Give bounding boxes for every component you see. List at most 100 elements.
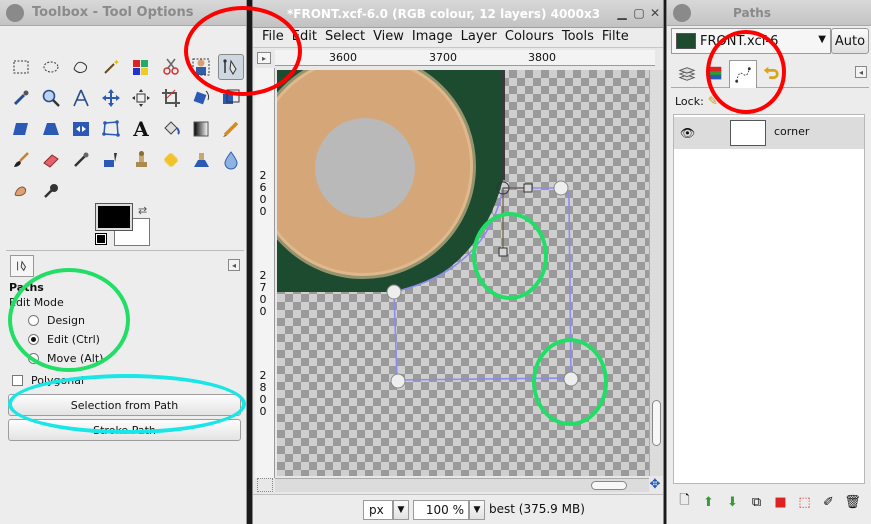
path-anchor	[563, 371, 579, 387]
new-path-icon[interactable]: 🗋	[675, 493, 694, 512]
lower-path-icon[interactable]: ⬇	[723, 493, 742, 512]
paths-list: 👁 corner	[673, 114, 865, 484]
measure-icon[interactable]	[68, 85, 94, 111]
perspective-clone-icon[interactable]	[188, 147, 214, 173]
panel-menu-icon[interactable]: ◂	[228, 259, 240, 271]
quick-mask-corner-icon[interactable]: ▸	[257, 52, 271, 64]
navigate-icon[interactable]: ✥	[647, 478, 663, 492]
zoom-icon[interactable]	[38, 85, 64, 111]
free-select-icon[interactable]	[68, 54, 94, 80]
panel-menu-icon[interactable]: ◂	[855, 66, 867, 78]
flip-icon[interactable]	[68, 116, 94, 142]
toolbox-titlebar[interactable]: Toolbox - Tool Options	[0, 0, 246, 26]
dodge-burn-icon[interactable]	[38, 178, 64, 204]
paintbrush-icon[interactable]	[8, 147, 34, 173]
pencil-icon[interactable]	[218, 116, 244, 142]
list-item[interactable]: 👁 corner	[674, 117, 864, 149]
paths-tool-icon[interactable]	[218, 54, 244, 80]
chevron-down-icon[interactable]: ▼	[393, 500, 409, 520]
mode-edit-radio[interactable]: Edit (Ctrl)	[28, 333, 100, 346]
menu-layer[interactable]: Layer	[458, 28, 502, 47]
path-name[interactable]: corner	[774, 125, 809, 138]
image-titlebar[interactable]: *FRONT.xcf-6.0 (RGB colour, 12 layers) 4…	[253, 0, 663, 28]
maximize-icon[interactable]: ▢	[632, 6, 646, 20]
close-icon[interactable]: ✕	[648, 6, 662, 20]
perspective-icon[interactable]	[38, 116, 64, 142]
channels-tab-icon[interactable]	[701, 60, 729, 88]
blur-icon[interactable]	[218, 147, 244, 173]
align-icon[interactable]	[128, 85, 154, 111]
image-canvas[interactable]	[277, 70, 655, 476]
selection-from-path-button[interactable]: Selection from Path	[8, 394, 241, 416]
mode-design-radio[interactable]: Design	[28, 314, 85, 327]
vertical-scrollbar[interactable]	[649, 70, 663, 476]
paths-tab-icon[interactable]	[729, 60, 757, 88]
horizontal-scroll-thumb[interactable]	[591, 481, 627, 490]
menu-edit[interactable]: Edit	[289, 28, 322, 47]
statusbar: px ▼ 100 % ▼ best (375.9 MB)	[253, 494, 663, 524]
toolbox-window: Toolbox - Tool Options ✦ A ⇄ ◂ Paths Edi…	[0, 0, 247, 524]
raise-path-icon[interactable]: ⬆	[699, 493, 718, 512]
scale-icon[interactable]	[218, 85, 244, 111]
smudge-icon[interactable]	[8, 178, 34, 204]
swap-colors-icon[interactable]: ⇄	[138, 204, 147, 217]
default-colors-icon[interactable]	[95, 233, 107, 245]
menu-select[interactable]: Select	[322, 28, 370, 47]
dock-titlebar[interactable]: Paths	[667, 0, 871, 26]
zoom-select[interactable]: 100 %	[413, 500, 469, 520]
delete-path-icon[interactable]: 🗑	[843, 493, 862, 512]
lock-position-icon[interactable]: ✎	[708, 94, 718, 108]
ellipse-select-icon[interactable]	[38, 54, 64, 80]
menu-image[interactable]: Image	[409, 28, 458, 47]
selection-to-path-icon[interactable]: ⬚	[795, 493, 814, 512]
fuzzy-select-icon[interactable]: ✦	[98, 54, 124, 80]
mode-move-radio[interactable]: Move (Alt)	[28, 352, 103, 365]
heal-icon[interactable]	[158, 147, 184, 173]
tool-options-tab[interactable]	[10, 255, 34, 277]
polygonal-checkbox[interactable]: Polygonal	[12, 374, 84, 387]
menu-colours[interactable]: Colours	[502, 28, 559, 47]
image-select[interactable]: FRONT.xcf-6 ▼	[671, 28, 831, 54]
menu-tools[interactable]: Tools	[559, 28, 599, 47]
cage-icon[interactable]	[98, 116, 124, 142]
rotate-icon[interactable]	[188, 85, 214, 111]
rect-select-icon[interactable]	[8, 54, 34, 80]
minimize-icon[interactable]: ▁	[615, 6, 629, 20]
color-picker-icon[interactable]	[8, 85, 34, 111]
path-to-selection-icon[interactable]: ■	[771, 493, 790, 512]
foreground-select-icon[interactable]	[188, 54, 214, 80]
chevron-down-icon[interactable]: ▼	[469, 500, 485, 520]
airbrush-icon[interactable]	[68, 147, 94, 173]
undo-history-tab-icon[interactable]	[757, 60, 785, 88]
paint-along-path-icon[interactable]: ✐	[819, 493, 838, 512]
foreground-color-swatch[interactable]	[95, 203, 133, 231]
image-thumbnail	[676, 33, 696, 49]
vertical-scroll-thumb[interactable]	[652, 400, 661, 446]
vertical-ruler[interactable]: 2600 2700 2800	[255, 68, 275, 478]
path-overlay[interactable]	[277, 70, 655, 476]
menu-file[interactable]: File	[259, 28, 289, 47]
layers-tab-icon[interactable]	[673, 60, 701, 88]
horizontal-scrollbar[interactable]	[275, 478, 649, 492]
ink-icon[interactable]	[98, 147, 124, 173]
quick-mask-toggle-icon[interactable]	[257, 478, 273, 492]
duplicate-path-icon[interactable]: ⧉	[747, 493, 766, 512]
crop-icon[interactable]	[158, 85, 184, 111]
clone-icon[interactable]	[128, 147, 154, 173]
shear-icon[interactable]	[8, 116, 34, 142]
color-select-icon[interactable]	[128, 54, 154, 80]
move-icon[interactable]	[98, 85, 124, 111]
menu-view[interactable]: View	[370, 28, 409, 47]
eye-icon[interactable]: 👁	[680, 126, 695, 140]
unit-select[interactable]: px	[363, 500, 393, 520]
mode-edit-label: Edit (Ctrl)	[47, 333, 100, 346]
blend-icon[interactable]	[188, 116, 214, 142]
auto-button[interactable]: Auto	[831, 28, 869, 54]
horizontal-ruler[interactable]: 3600 3700 3800	[275, 50, 655, 66]
bucket-fill-icon[interactable]	[158, 116, 184, 142]
text-icon[interactable]: A	[128, 116, 154, 142]
stroke-path-button[interactable]: Stroke Path	[8, 419, 241, 441]
menu-filters[interactable]: Filte	[599, 28, 634, 47]
scissors-select-icon[interactable]	[158, 54, 184, 80]
eraser-icon[interactable]	[38, 147, 64, 173]
